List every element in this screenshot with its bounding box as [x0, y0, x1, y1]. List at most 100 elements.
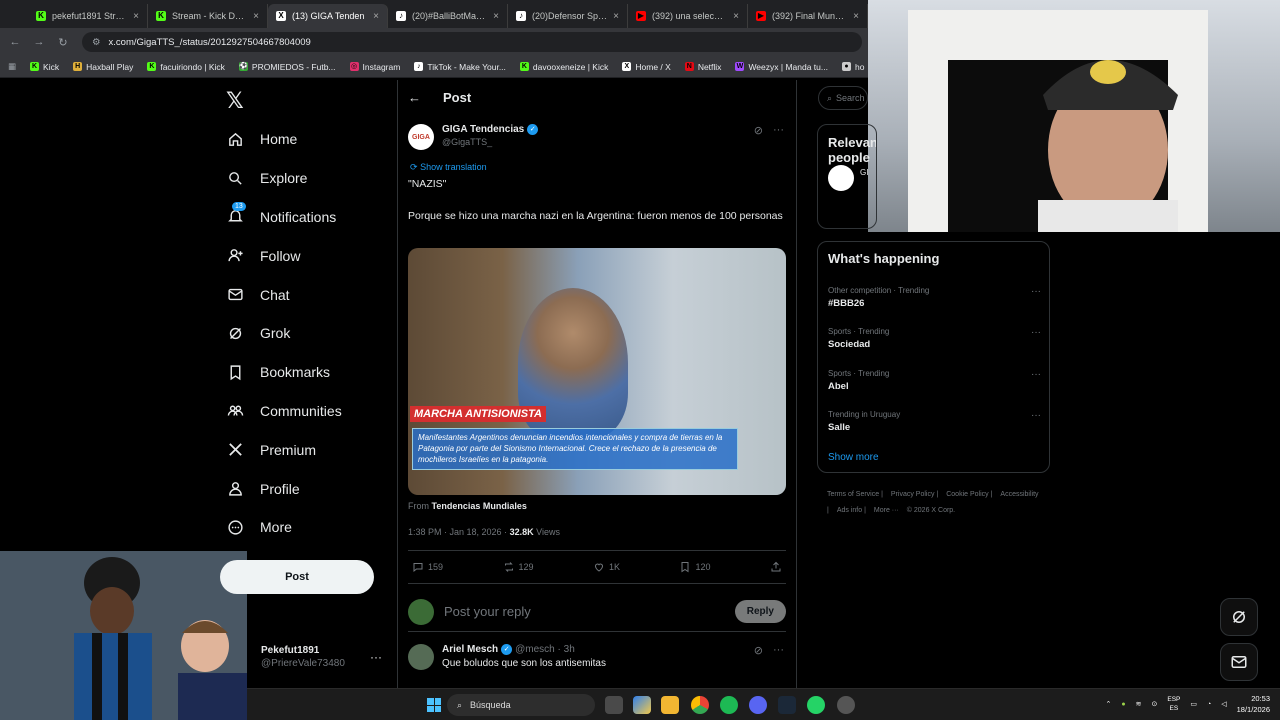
browser-tab[interactable]: ♪ (20)Defensor Sportin ×	[508, 4, 628, 28]
close-tab-icon[interactable]: ×	[133, 11, 139, 22]
repost-action[interactable]: 129	[503, 561, 534, 573]
reply-button[interactable]: Reply	[734, 600, 786, 623]
network-icon[interactable]: ≋	[1136, 700, 1142, 708]
grok-explain-icon[interactable]: ⊘	[754, 644, 763, 657]
close-tab-icon[interactable]: ×	[733, 11, 739, 22]
taskbar-search[interactable]: ⌕ Búsqueda	[447, 694, 595, 716]
footer-link[interactable]: Cookie Policy |	[946, 491, 992, 498]
bookmark-item[interactable]: N Netflix	[684, 62, 721, 72]
trend-more-icon[interactable]: ···	[1031, 327, 1041, 338]
author-name[interactable]: GIGA Tendencias	[442, 124, 524, 135]
reload-icon[interactable]: ↻	[56, 36, 70, 49]
bookmark-item[interactable]: ♪ TikTok - Make Your...	[414, 62, 506, 72]
account-more-icon[interactable]: ···	[370, 650, 382, 664]
more-options-icon[interactable]: ···	[773, 124, 784, 137]
bookmark-item[interactable]: K davooxeneize | Kick	[519, 62, 608, 72]
bookmark-item[interactable]: ● ho	[841, 62, 864, 72]
nav-item-more[interactable]: More	[226, 508, 396, 547]
language-indicator[interactable]: ESP ES	[1167, 695, 1180, 713]
media-source-link[interactable]: Tendencias Mundiales	[432, 501, 527, 511]
reply-input[interactable]: Post your reply	[444, 604, 725, 619]
browser-tab[interactable]: X (13) GIGA Tenden ×	[268, 4, 388, 28]
bookmark-item[interactable]: K facuiriondo | Kick	[147, 62, 225, 72]
reply-author-name[interactable]: Ariel Mesch	[442, 644, 498, 655]
url-bar[interactable]: ⚙ x.com/GigaTTS_/status/2012927504667804…	[82, 32, 862, 52]
footer-link[interactable]: More ···	[874, 507, 899, 514]
apps-icon[interactable]: ▦	[8, 61, 16, 72]
copilot-icon[interactable]	[633, 696, 651, 714]
reply-item[interactable]: Ariel Mesch ✓ @mesch · 3h Que boludos qu…	[408, 644, 786, 670]
trend-more-icon[interactable]: ···	[1031, 369, 1041, 380]
nav-item-premium[interactable]: Premium	[226, 430, 396, 469]
grok-explain-icon[interactable]: ⊘	[754, 124, 763, 137]
footer-link[interactable]: Privacy Policy |	[891, 491, 938, 498]
settings-icon[interactable]	[837, 696, 855, 714]
whatsapp-icon[interactable]	[807, 696, 825, 714]
messages-float-button[interactable]	[1220, 643, 1258, 681]
close-tab-icon[interactable]: ×	[493, 11, 499, 22]
relevant-avatar[interactable]	[828, 165, 854, 191]
nav-item-notifications[interactable]: 13 Notifications	[226, 198, 396, 237]
back-icon[interactable]: ←	[8, 36, 22, 48]
steam-icon[interactable]	[778, 696, 796, 714]
forward-icon[interactable]: →	[32, 36, 46, 48]
grok-float-button[interactable]	[1220, 598, 1258, 636]
clock[interactable]: 20:53 18/1/2026	[1237, 693, 1270, 715]
nav-item-chat[interactable]: Chat	[226, 275, 396, 314]
browser-tab[interactable]: K Stream - Kick Dashb ×	[148, 4, 268, 28]
monitor-icon[interactable]: ▭	[1190, 700, 1197, 708]
post-author[interactable]: GIGA GIGA Tendencias ✓ @GigaTTS_	[408, 124, 539, 150]
browser-tab[interactable]: ♪ (20)#BalliBotMagis# ×	[388, 4, 508, 28]
post-timestamp[interactable]: 1:38 PM · Jan 18, 2026 ·	[408, 527, 507, 537]
like-action[interactable]: 1K	[593, 561, 620, 573]
trend-item[interactable]: Trending in Uruguay Salle ···	[828, 410, 1041, 433]
bookmark-item[interactable]: H Haxball Play	[73, 62, 133, 72]
nav-item-profile[interactable]: Profile	[226, 469, 396, 508]
post-video[interactable]: MARCHA ANTISIONISTA Manifestantes Argent…	[408, 248, 786, 495]
compose-post-button[interactable]: Post	[220, 560, 374, 594]
nav-item-bookmarks[interactable]: Bookmarks	[226, 353, 396, 392]
volume-icon[interactable]: ◁	[1221, 700, 1226, 708]
discord-icon[interactable]	[749, 696, 767, 714]
trend-more-icon[interactable]: ···	[1031, 286, 1041, 297]
close-tab-icon[interactable]: ×	[373, 11, 379, 22]
bookmark-item[interactable]: X Home / X	[622, 62, 671, 72]
more-options-icon[interactable]: ···	[773, 644, 784, 657]
browser-tab[interactable]: K pekefut1891 Stream - ×	[28, 4, 148, 28]
x-logo[interactable]: 𝕏	[226, 88, 244, 114]
nav-item-follow[interactable]: Follow	[226, 236, 396, 275]
account-switcher[interactable]: Pekefut1891 @PriereVale73480	[261, 645, 345, 669]
browser-tab[interactable]: ▶ (392) una seleccion ×	[628, 4, 748, 28]
footer-link[interactable]: Terms of Service |	[827, 491, 883, 498]
show-more-link[interactable]: Show more	[828, 452, 879, 463]
close-tab-icon[interactable]: ×	[613, 11, 619, 22]
footer-link[interactable]: © 2026 X Corp.	[907, 507, 955, 514]
nav-item-grok[interactable]: Grok	[226, 314, 396, 353]
footer-link[interactable]: Ads info |	[837, 507, 866, 514]
file-explorer-icon[interactable]	[661, 696, 679, 714]
back-arrow-icon[interactable]: ←	[408, 90, 421, 105]
chevron-up-icon[interactable]: ⌃	[1106, 700, 1112, 708]
bookmark-action[interactable]: 120	[679, 561, 711, 573]
bookmark-item[interactable]: K Kick	[30, 62, 59, 72]
close-tab-icon[interactable]: ×	[253, 11, 259, 22]
bookmark-item[interactable]: ◎ Instagram	[349, 62, 400, 72]
share-action[interactable]	[770, 561, 782, 573]
bookmark-item[interactable]: ⚽ PROMIEDOS - Futb...	[238, 62, 336, 72]
search-input[interactable]: ⌕ Search	[818, 86, 868, 110]
reply-author-handle[interactable]: @mesch · 3h	[515, 644, 575, 655]
spotify-icon[interactable]	[720, 696, 738, 714]
trend-more-icon[interactable]: ···	[1031, 410, 1041, 421]
wifi-icon[interactable]: ◔	[1207, 701, 1211, 708]
mic-icon[interactable]: ⊙	[1151, 700, 1157, 708]
show-translation-link[interactable]: ⟳ Show translation	[410, 162, 487, 173]
reply-avatar[interactable]	[408, 644, 434, 670]
bookmark-item[interactable]: W Weezyx | Manda tu...	[735, 62, 828, 72]
author-avatar[interactable]: GIGA	[408, 124, 434, 150]
author-handle[interactable]: @GigaTTS_	[442, 137, 538, 147]
nav-item-communities[interactable]: Communities	[226, 392, 396, 431]
relevant-name[interactable]: GI	[860, 167, 868, 178]
start-button[interactable]	[427, 698, 441, 712]
chrome-icon[interactable]	[691, 696, 709, 714]
trend-item[interactable]: Sports · Trending Sociedad ···	[828, 327, 1041, 350]
